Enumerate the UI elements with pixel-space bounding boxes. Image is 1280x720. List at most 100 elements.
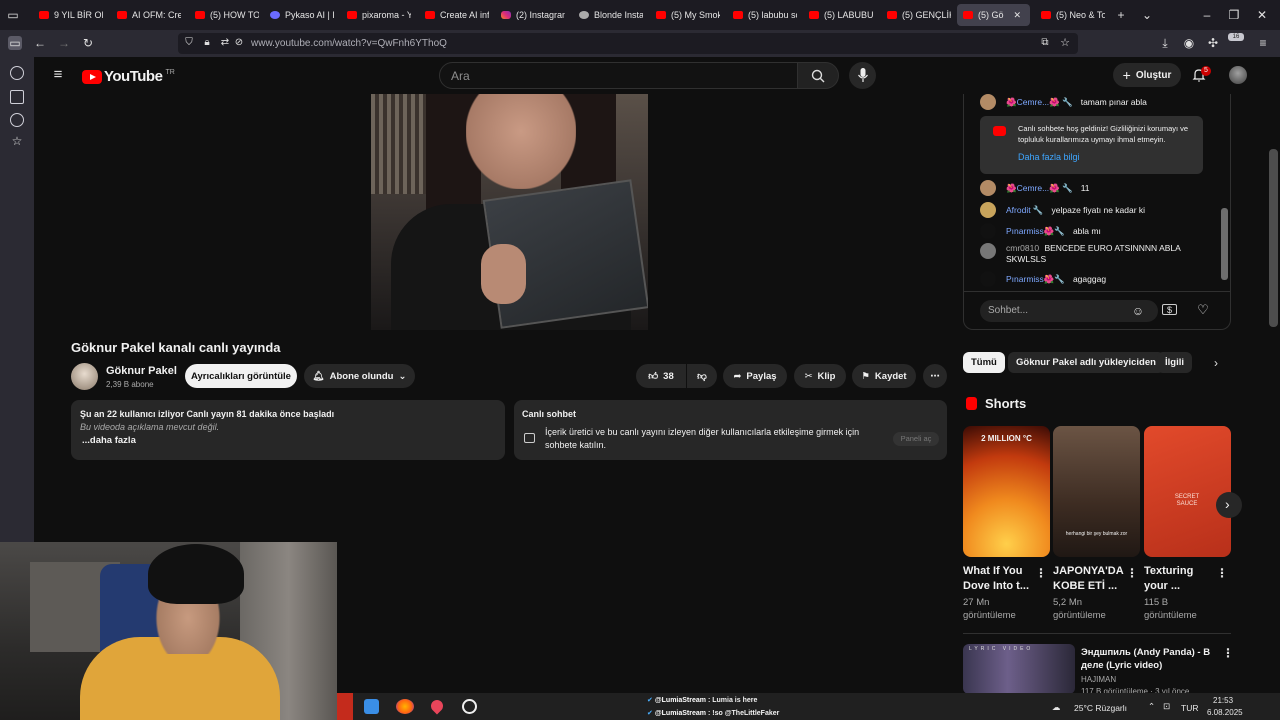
- recommended-more-dots-icon[interactable]: ⋮: [1222, 646, 1234, 660]
- subscribed-button[interactable]: 🔔︎ Abone olundu ⌄: [304, 364, 415, 388]
- language-indicator[interactable]: TUR: [1181, 703, 1198, 713]
- dislike-button[interactable]: 👎︎: [687, 364, 717, 388]
- chat-avatar[interactable]: [980, 243, 996, 259]
- open-panel-button[interactable]: Paneli aç: [893, 432, 939, 446]
- chat-author[interactable]: Pınarmiss🌺🔧: [1006, 274, 1065, 285]
- browser-tab[interactable]: pixaroma - Yo: [341, 4, 411, 26]
- hamburger-menu-icon[interactable]: ≡: [51, 67, 65, 82]
- chat-avatar[interactable]: [980, 202, 996, 218]
- clock-date[interactable]: 6.08.2025: [1207, 708, 1243, 717]
- url-text[interactable]: www.youtube.com/watch?v=QwFnh6YThoQ: [251, 38, 447, 49]
- chat-avatar[interactable]: [980, 180, 996, 196]
- tray-chevron-up-icon[interactable]: ⌃: [1148, 701, 1155, 712]
- back-arrow-icon[interactable]: ←: [33, 36, 47, 50]
- permissions-icon[interactable]: ⇄: [218, 36, 232, 50]
- short-thumbnail[interactable]: 2 MILLION °C: [963, 426, 1050, 557]
- picture-in-picture-icon[interactable]: ⧉: [1038, 36, 1052, 50]
- short-thumbnail[interactable]: herhangi bir şey bulmak zor: [1053, 426, 1140, 557]
- recommended-title[interactable]: Эндшпиль (Andy Panda) - В деле (Lyric vi…: [1081, 646, 1217, 672]
- browser-tab[interactable]: (5) GENÇLİK E: [881, 4, 951, 26]
- browser-tab[interactable]: (5) HOW TO I: [189, 4, 259, 26]
- create-button[interactable]: + Oluştur: [1113, 63, 1181, 87]
- recommended-channel[interactable]: HAJIMAN: [1081, 675, 1116, 684]
- short-more-dots-icon[interactable]: ⋮: [1216, 566, 1228, 580]
- clip-button[interactable]: ✂ Klip: [794, 364, 846, 388]
- more-actions-button[interactable]: ⋯: [923, 364, 947, 388]
- show-more-link[interactable]: ...daha fazla: [82, 435, 136, 446]
- search-input[interactable]: Ara: [439, 62, 798, 89]
- browser-tab[interactable]: (5) Gö ✕: [957, 4, 1030, 26]
- chat-avatar[interactable]: [980, 271, 996, 287]
- weather-icon[interactable]: ☁: [1052, 702, 1061, 713]
- learn-more-link[interactable]: Daha fazla bilgi: [1018, 152, 1080, 162]
- chat-avatar[interactable]: [980, 223, 996, 239]
- forward-arrow-icon[interactable]: →: [57, 36, 71, 50]
- chip-related[interactable]: İlgili: [1157, 352, 1192, 373]
- extensions-badge[interactable]: 16: [1228, 33, 1244, 41]
- browser-tab[interactable]: Create AI infl: [419, 4, 489, 26]
- short-more-dots-icon[interactable]: ⋮: [1035, 566, 1047, 580]
- emoji-icon[interactable]: ☺: [1131, 304, 1145, 318]
- ai-chatbot-icon[interactable]: [10, 66, 24, 80]
- view-perks-button[interactable]: Ayrıcalıkları görüntüle: [185, 364, 297, 388]
- firefox-icon[interactable]: [396, 699, 414, 714]
- short-title[interactable]: JAPONYA'DA KOBE ETİ ...: [1053, 564, 1124, 593]
- channel-avatar[interactable]: [71, 363, 98, 390]
- restore-window-icon[interactable]: ❐: [1227, 8, 1241, 22]
- task-view-icon[interactable]: [364, 699, 379, 714]
- browser-tab[interactable]: (2) Instagram: [495, 4, 565, 26]
- page-scrollbar[interactable]: [1269, 149, 1278, 327]
- share-button[interactable]: ➦ Paylaş: [723, 364, 787, 388]
- minimize-window-icon[interactable]: –: [1200, 8, 1214, 22]
- obs-icon[interactable]: [462, 699, 477, 714]
- bookmark-star-icon[interactable]: ☆: [1058, 36, 1072, 50]
- chip-from-uploader[interactable]: Göknur Pakel adlı yükleyiciden: [1008, 352, 1164, 373]
- bookmarks-star-icon[interactable]: ☆: [10, 134, 24, 148]
- chat-avatar[interactable]: [980, 94, 996, 110]
- search-button[interactable]: [797, 62, 839, 89]
- chat-scrollbar[interactable]: [1221, 208, 1228, 280]
- browser-tab[interactable]: (5) labubu so: [727, 4, 797, 26]
- history-icon[interactable]: [10, 113, 24, 127]
- downloads-icon[interactable]: ⤓: [1158, 36, 1172, 50]
- close-window-icon[interactable]: ✕: [1255, 8, 1269, 22]
- heart-icon[interactable]: ♡: [1196, 303, 1210, 317]
- synced-tabs-icon[interactable]: [10, 90, 24, 104]
- chat-author[interactable]: 🌺Cemre...🌺 🔧: [1006, 183, 1073, 194]
- weather-text[interactable]: 25°C Rüzgarlı: [1074, 703, 1127, 713]
- browser-tab[interactable]: Pykaso AI | Pr: [264, 4, 334, 26]
- browser-tab[interactable]: (5) My Smoki: [650, 4, 720, 26]
- chat-author[interactable]: 🌺Cemre...🌺 🔧: [1006, 97, 1073, 108]
- tab-list-icon[interactable]: ▭: [6, 8, 20, 22]
- url-bar[interactable]: ⛉ 🔒︎ ⇄ ⊘ www.youtube.com/watch?v=QwFnh6Y…: [178, 33, 1078, 54]
- chat-author[interactable]: Afrodit 🔧: [1006, 205, 1044, 216]
- description-box[interactable]: Şu an 22 kullanıcı izliyor Canlı yayın 8…: [71, 400, 505, 460]
- browser-tab[interactable]: 9 YIL BİR OD: [33, 4, 103, 26]
- short-title[interactable]: What If You Dove Into t...: [963, 564, 1033, 593]
- browser-tab[interactable]: AI OFM: Crea: [111, 4, 181, 26]
- reload-icon[interactable]: ↻: [81, 36, 95, 50]
- save-button[interactable]: ⚑ Kaydet: [852, 364, 916, 388]
- short-thumbnail[interactable]: SECRET SAUCE: [1144, 426, 1231, 557]
- chat-author[interactable]: cmr0810: [1006, 243, 1039, 253]
- close-tab-icon[interactable]: ✕: [1014, 10, 1022, 21]
- chips-next-chevron-icon[interactable]: ›: [1209, 356, 1223, 370]
- browser-tab[interactable]: (5) Neo & Toy: [1035, 4, 1105, 26]
- short-title[interactable]: Texturing your ...: [1144, 564, 1214, 593]
- camera-off-icon[interactable]: ⊘: [232, 36, 246, 50]
- new-tab-icon[interactable]: +: [1114, 8, 1128, 22]
- user-avatar[interactable]: [1229, 66, 1247, 84]
- youtube-logo[interactable]: YouTube TR: [82, 68, 175, 85]
- shield-icon[interactable]: ⛉: [182, 36, 196, 50]
- voice-search-button[interactable]: [849, 62, 876, 89]
- sidebar-toggle-icon[interactable]: ▭: [8, 36, 22, 50]
- extensions-icon[interactable]: ✣: [1206, 36, 1220, 50]
- browser-tab[interactable]: (5) LABUBU D: [803, 4, 873, 26]
- super-chat-icon[interactable]: $: [1162, 304, 1177, 315]
- chip-all[interactable]: Tümü: [963, 352, 1005, 373]
- tab-overflow-chevron-icon[interactable]: ⌄: [1140, 8, 1154, 22]
- video-player[interactable]: [371, 94, 648, 330]
- chat-author[interactable]: Pınarmiss🌺🔧: [1006, 226, 1065, 237]
- lock-icon[interactable]: 🔒︎: [200, 36, 214, 50]
- clock-time[interactable]: 21:53: [1213, 696, 1233, 705]
